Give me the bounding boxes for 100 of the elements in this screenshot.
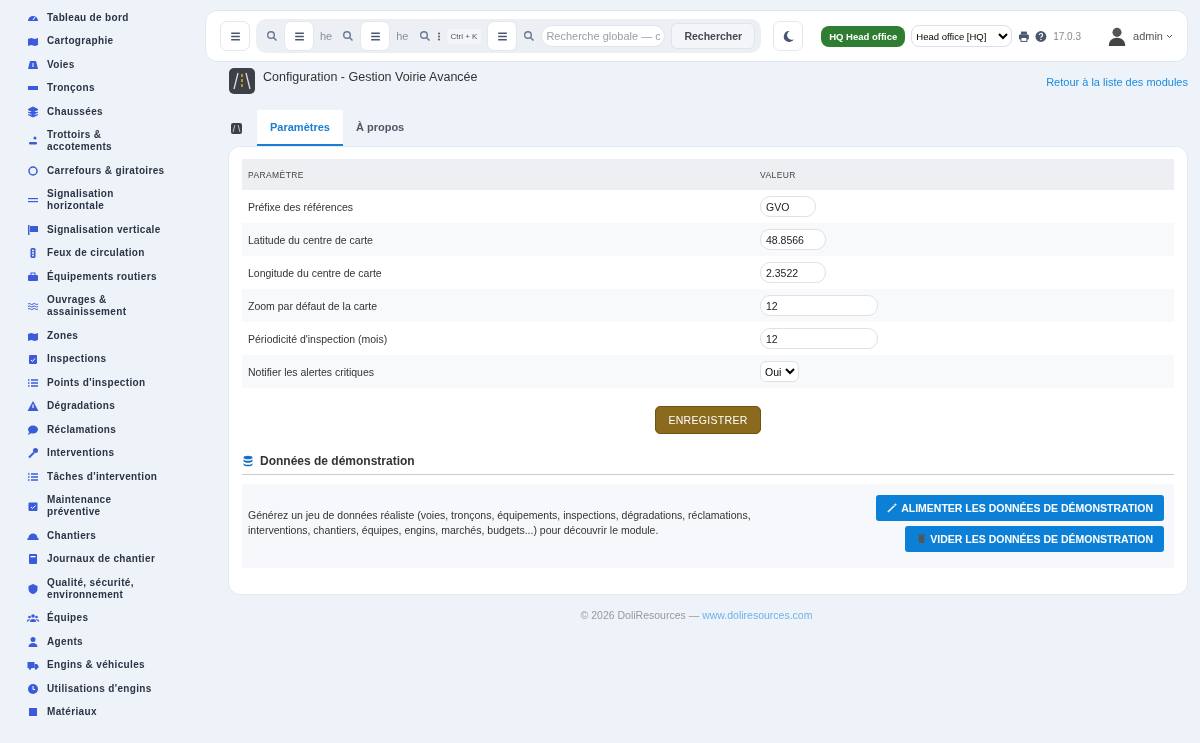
trash-icon [916, 533, 928, 544]
clear-demo-button[interactable]: VIDER LES DONNÉES DE DÉMONSTRATION [905, 525, 1164, 552]
sidebar-item[interactable]: Tronçons [47, 82, 165, 95]
walk-icon [27, 135, 39, 148]
sidebar-item[interactable]: Inspections [47, 353, 165, 366]
road-logo-icon [229, 68, 255, 94]
sidebar-item[interactable]: Signalisation horizontale [47, 188, 165, 213]
wrench-icon [27, 447, 39, 460]
sidebar-item[interactable]: Zones [47, 329, 165, 342]
magic-wand-icon [887, 502, 899, 513]
menu-button[interactable] [360, 21, 391, 51]
sidebar-item[interactable]: Dégradations [47, 400, 165, 413]
sidebar-item[interactable]: Feux de circulation [47, 247, 165, 260]
sidebar-item[interactable]: Qualité, sécurité, environnement [47, 576, 165, 601]
layers-icon [27, 105, 39, 118]
search-icon [523, 30, 536, 42]
users-icon [27, 612, 39, 625]
setting-label: Longitude du centre de carte [248, 266, 382, 279]
entity-select[interactable]: Head office [HQ] [911, 25, 1012, 47]
page-title: Configuration - Gestion Voirie Avancée [263, 70, 479, 84]
sidebar-item[interactable]: Utilisations d'engins [47, 682, 165, 695]
theme-button[interactable] [773, 21, 804, 51]
chat-icon [27, 423, 39, 436]
sidebar-item[interactable]: Points d'inspection [47, 376, 165, 389]
search-icon [418, 30, 431, 42]
sidebar-item[interactable]: Maintenance préventive [47, 494, 165, 519]
clock-icon [27, 682, 39, 695]
load-demo-button[interactable]: ALIMENTER LES DONNÉES DE DÉMONSTRATION [876, 494, 1164, 521]
sidebar-item[interactable]: Journaux de chantier [47, 553, 165, 566]
clipboard-icon [27, 353, 39, 366]
value-select[interactable]: Oui [760, 361, 799, 382]
value-field[interactable]: 2.3522 [760, 262, 826, 283]
printer-icon[interactable] [1017, 29, 1030, 43]
menu-button[interactable] [284, 21, 314, 51]
avatar-icon[interactable] [1107, 25, 1128, 47]
setting-label: Périodicité d'inspection (mois) [248, 332, 388, 345]
shield-icon [27, 582, 39, 595]
version-text: 17.0.3 [1053, 30, 1081, 42]
shortcut-hint: Ctrl + K [446, 28, 482, 44]
road-icon [27, 58, 39, 71]
light-icon [27, 247, 39, 260]
list-icon [27, 470, 39, 483]
menu-icon [292, 29, 306, 43]
sidebar-item[interactable]: Équipements routiers [47, 270, 165, 283]
demo-description: Générez un jeu de données réaliste (voies, tronçons, équipements, inspections, dégradations, réclamations, interventions, chantiers, équipes, engins, marchés, budgets...) pour découvrir le module. [248, 508, 752, 538]
sidebar-item[interactable]: Tableau de bord [47, 11, 165, 24]
menu-button[interactable] [220, 21, 250, 51]
menu-icon [228, 29, 242, 43]
search-field[interactable]: Recherche globale — c [541, 25, 666, 47]
tab[interactable]: À propos [342, 110, 418, 146]
search-icon [266, 30, 278, 42]
save-button[interactable]: ENREGISTRER [655, 406, 761, 434]
setting-label: Notifier les alertes critiques [248, 365, 375, 378]
box-icon [27, 706, 39, 719]
menu-icon [495, 29, 509, 43]
help-icon[interactable] [1035, 29, 1048, 43]
sidebar-item[interactable]: Voies [47, 58, 165, 71]
value-field[interactable]: 48.8566 [760, 229, 826, 250]
sidebar-item[interactable]: Carrefours & giratoires [47, 164, 165, 177]
database-icon [242, 455, 254, 467]
sidebar-item[interactable]: Trottoirs & accotements [47, 129, 165, 154]
caret-icon [1166, 33, 1173, 39]
sidebar-item[interactable]: Tâches d'intervention [47, 470, 165, 483]
calendar-icon [27, 500, 39, 513]
toolbox-icon [27, 270, 39, 283]
ring-icon [27, 164, 39, 177]
sidebar-item[interactable]: Engins & véhicules [47, 659, 165, 672]
sidebar-item[interactable]: Chantiers [47, 529, 165, 542]
setting-label: Zoom par défaut de la carte [248, 299, 377, 312]
sidebar-item[interactable]: Ouvrages & assainissement [47, 294, 165, 319]
menu-button[interactable] [487, 21, 518, 51]
tab[interactable]: Paramètres [257, 110, 343, 146]
sidebar-item[interactable]: Cartographie [47, 35, 165, 48]
section-title: Données de démonstration [260, 454, 415, 468]
sidebar-item[interactable]: Interventions [47, 447, 165, 460]
moon-icon [781, 29, 795, 43]
value-field[interactable]: 12 [760, 328, 878, 349]
sidebar-item[interactable]: Matériaux [47, 706, 165, 719]
value-field[interactable]: 12 [760, 295, 878, 316]
sidebar-item[interactable]: Signalisation verticale [47, 223, 165, 236]
warning-icon [27, 400, 39, 413]
sidebar-item[interactable]: Équipes [47, 612, 165, 625]
column-header: PARAMÈTRE [242, 159, 754, 190]
search-button[interactable]: Rechercher [671, 23, 756, 49]
search-icon [342, 30, 355, 42]
ghost-text: he [396, 30, 409, 42]
sidebar-item[interactable]: Chaussées [47, 105, 165, 118]
list-icon [27, 376, 39, 389]
menu-icon [368, 29, 382, 43]
setting-label: Préfixe des références [248, 200, 354, 213]
user-icon [27, 635, 39, 648]
road-logo-icon [231, 122, 242, 134]
map-icon [27, 35, 39, 48]
user-menu[interactable]: admin [1133, 30, 1173, 42]
sidebar-item[interactable]: Agents [47, 635, 165, 648]
value-field[interactable]: GVO [760, 196, 816, 217]
flag-icon [27, 223, 39, 236]
water-icon [27, 300, 39, 313]
column-header: VALEUR [754, 159, 1174, 190]
sidebar-item[interactable]: Réclamations [47, 423, 165, 436]
